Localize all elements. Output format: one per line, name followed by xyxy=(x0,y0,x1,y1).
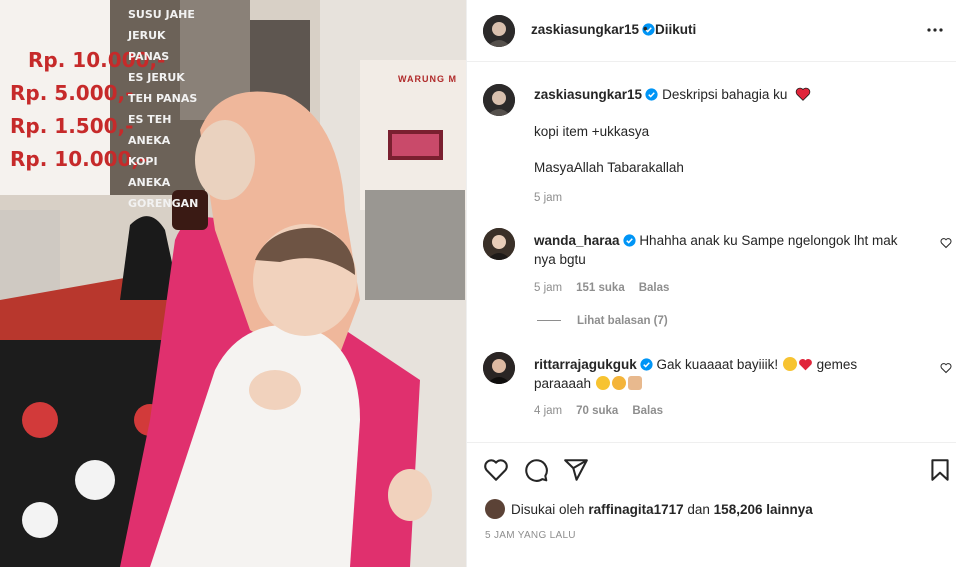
comment-body: wanda_haraa Hhahha anak ku Sampe ngelong… xyxy=(534,231,904,269)
post-header: zaskiasungkar15 • Diikuti xyxy=(467,0,956,62)
heart-eyes-emoji-icon xyxy=(782,357,797,371)
author-avatar-image xyxy=(483,15,515,47)
menu-item: JERUK PANAS xyxy=(128,29,170,63)
price-sign: Rp. 10.000,- Rp. 5.000,- Rp. 1.500,- Rp.… xyxy=(0,0,200,210)
view-replies-button[interactable]: Lihat balasan (7) xyxy=(537,315,668,327)
comment-body: rittarrajagukguk Gak kuaaaat bayiiik! ge… xyxy=(534,355,904,393)
menu-item: ES TEH xyxy=(128,113,172,126)
caption-author-avatar[interactable] xyxy=(483,84,515,116)
commenter-avatar-image xyxy=(483,228,515,260)
caption-text-line: MasyaAllah Tabarakallah xyxy=(534,160,684,175)
verified-badge-icon xyxy=(622,234,636,247)
replies-divider xyxy=(537,320,561,321)
comment-like-count[interactable]: 151 suka xyxy=(576,282,625,294)
reply-button[interactable]: Balas xyxy=(632,405,663,417)
menu-item: SUSU JAHE xyxy=(128,8,195,21)
bookmark-icon[interactable] xyxy=(927,457,953,483)
caption-author-username[interactable]: zaskiasungkar15 xyxy=(534,87,642,102)
author-username-text: zaskiasungkar15 xyxy=(531,22,640,37)
menu-item: ANEKA GORENGAN xyxy=(128,176,199,210)
likes-mid: dan xyxy=(687,502,710,517)
commenter-avatar[interactable] xyxy=(483,352,515,384)
likes-prefix: Disukai oleh xyxy=(511,502,585,517)
comment-meta: 4 jam 70 suka Balas xyxy=(534,405,663,417)
follow-status-button[interactable]: Diikuti xyxy=(655,22,696,37)
separator-dot: • xyxy=(643,21,648,36)
reply-button[interactable]: Balas xyxy=(639,282,670,294)
comment-like-heart-icon[interactable] xyxy=(940,237,952,249)
more-options-icon[interactable] xyxy=(923,18,947,42)
menu-item: ES JERUK xyxy=(128,71,185,84)
post-actions-section: Disukai oleh raffinagita1717 dan 158,206… xyxy=(467,442,956,567)
comment-icon[interactable] xyxy=(523,457,549,483)
comment-text: Gak kuaaaat bayiiik! xyxy=(656,357,779,372)
likes-count[interactable]: 158,206 lainnya xyxy=(714,502,813,517)
caption-line: zaskiasungkar15 Deskripsi bahagia ku xyxy=(534,87,811,102)
smiling-hearts-emoji-icon xyxy=(611,376,626,390)
commenter-username[interactable]: wanda_haraa xyxy=(534,233,620,248)
post-side-panel: zaskiasungkar15 • Diikuti zaskiasungkar1… xyxy=(466,0,956,567)
commenter-avatar-image xyxy=(483,352,515,384)
menu-item: TEH PANAS xyxy=(128,92,198,105)
commenter-username[interactable]: rittarrajagukguk xyxy=(534,357,637,372)
menu-item: ANEKA KOPI xyxy=(128,134,171,168)
post-photo[interactable]: Rp. 10.000,- Rp. 5.000,- Rp. 1.500,- Rp.… xyxy=(0,0,466,567)
author-avatar[interactable] xyxy=(483,15,515,47)
commenter-avatar[interactable] xyxy=(483,228,515,260)
post-timestamp[interactable]: 5 JAM YANG LALU xyxy=(485,530,576,541)
red-heart-emoji-icon xyxy=(795,87,811,101)
caption-text: Deskripsi bahagia ku xyxy=(662,87,788,102)
likes-summary: Disukai oleh raffinagita1717 dan 158,206… xyxy=(485,499,813,519)
comment-like-count[interactable]: 70 suka xyxy=(576,405,618,417)
crying-emoji-icon xyxy=(595,376,610,390)
liker-avatar[interactable] xyxy=(485,499,505,519)
red-heart-emoji-icon xyxy=(799,359,812,371)
view-replies-label: Lihat balasan (7) xyxy=(577,315,668,327)
verified-badge-icon xyxy=(645,88,658,101)
caption-timestamp[interactable]: 5 jam xyxy=(534,192,562,204)
caption-text-line: kopi item +ukkasya xyxy=(534,124,650,139)
verified-badge-icon xyxy=(640,358,653,371)
menu-list: SUSU JAHE JERUK PANAS ES JERUK TEH PANAS… xyxy=(128,4,200,214)
comment-time[interactable]: 5 jam xyxy=(534,282,562,294)
author-username[interactable]: zaskiasungkar15 xyxy=(531,22,655,37)
raised-hands-emoji-icon xyxy=(627,376,642,390)
share-icon[interactable] xyxy=(563,457,589,483)
comment-time[interactable]: 4 jam xyxy=(534,405,562,417)
heart-icon[interactable] xyxy=(483,457,509,483)
caption-author-avatar-image xyxy=(483,84,515,116)
comment-like-heart-icon[interactable] xyxy=(940,362,952,374)
shop-sign: WARUNG M xyxy=(398,74,457,84)
comment-meta: 5 jam 151 suka Balas xyxy=(534,282,669,294)
liker-username[interactable]: raffinagita1717 xyxy=(588,502,683,517)
